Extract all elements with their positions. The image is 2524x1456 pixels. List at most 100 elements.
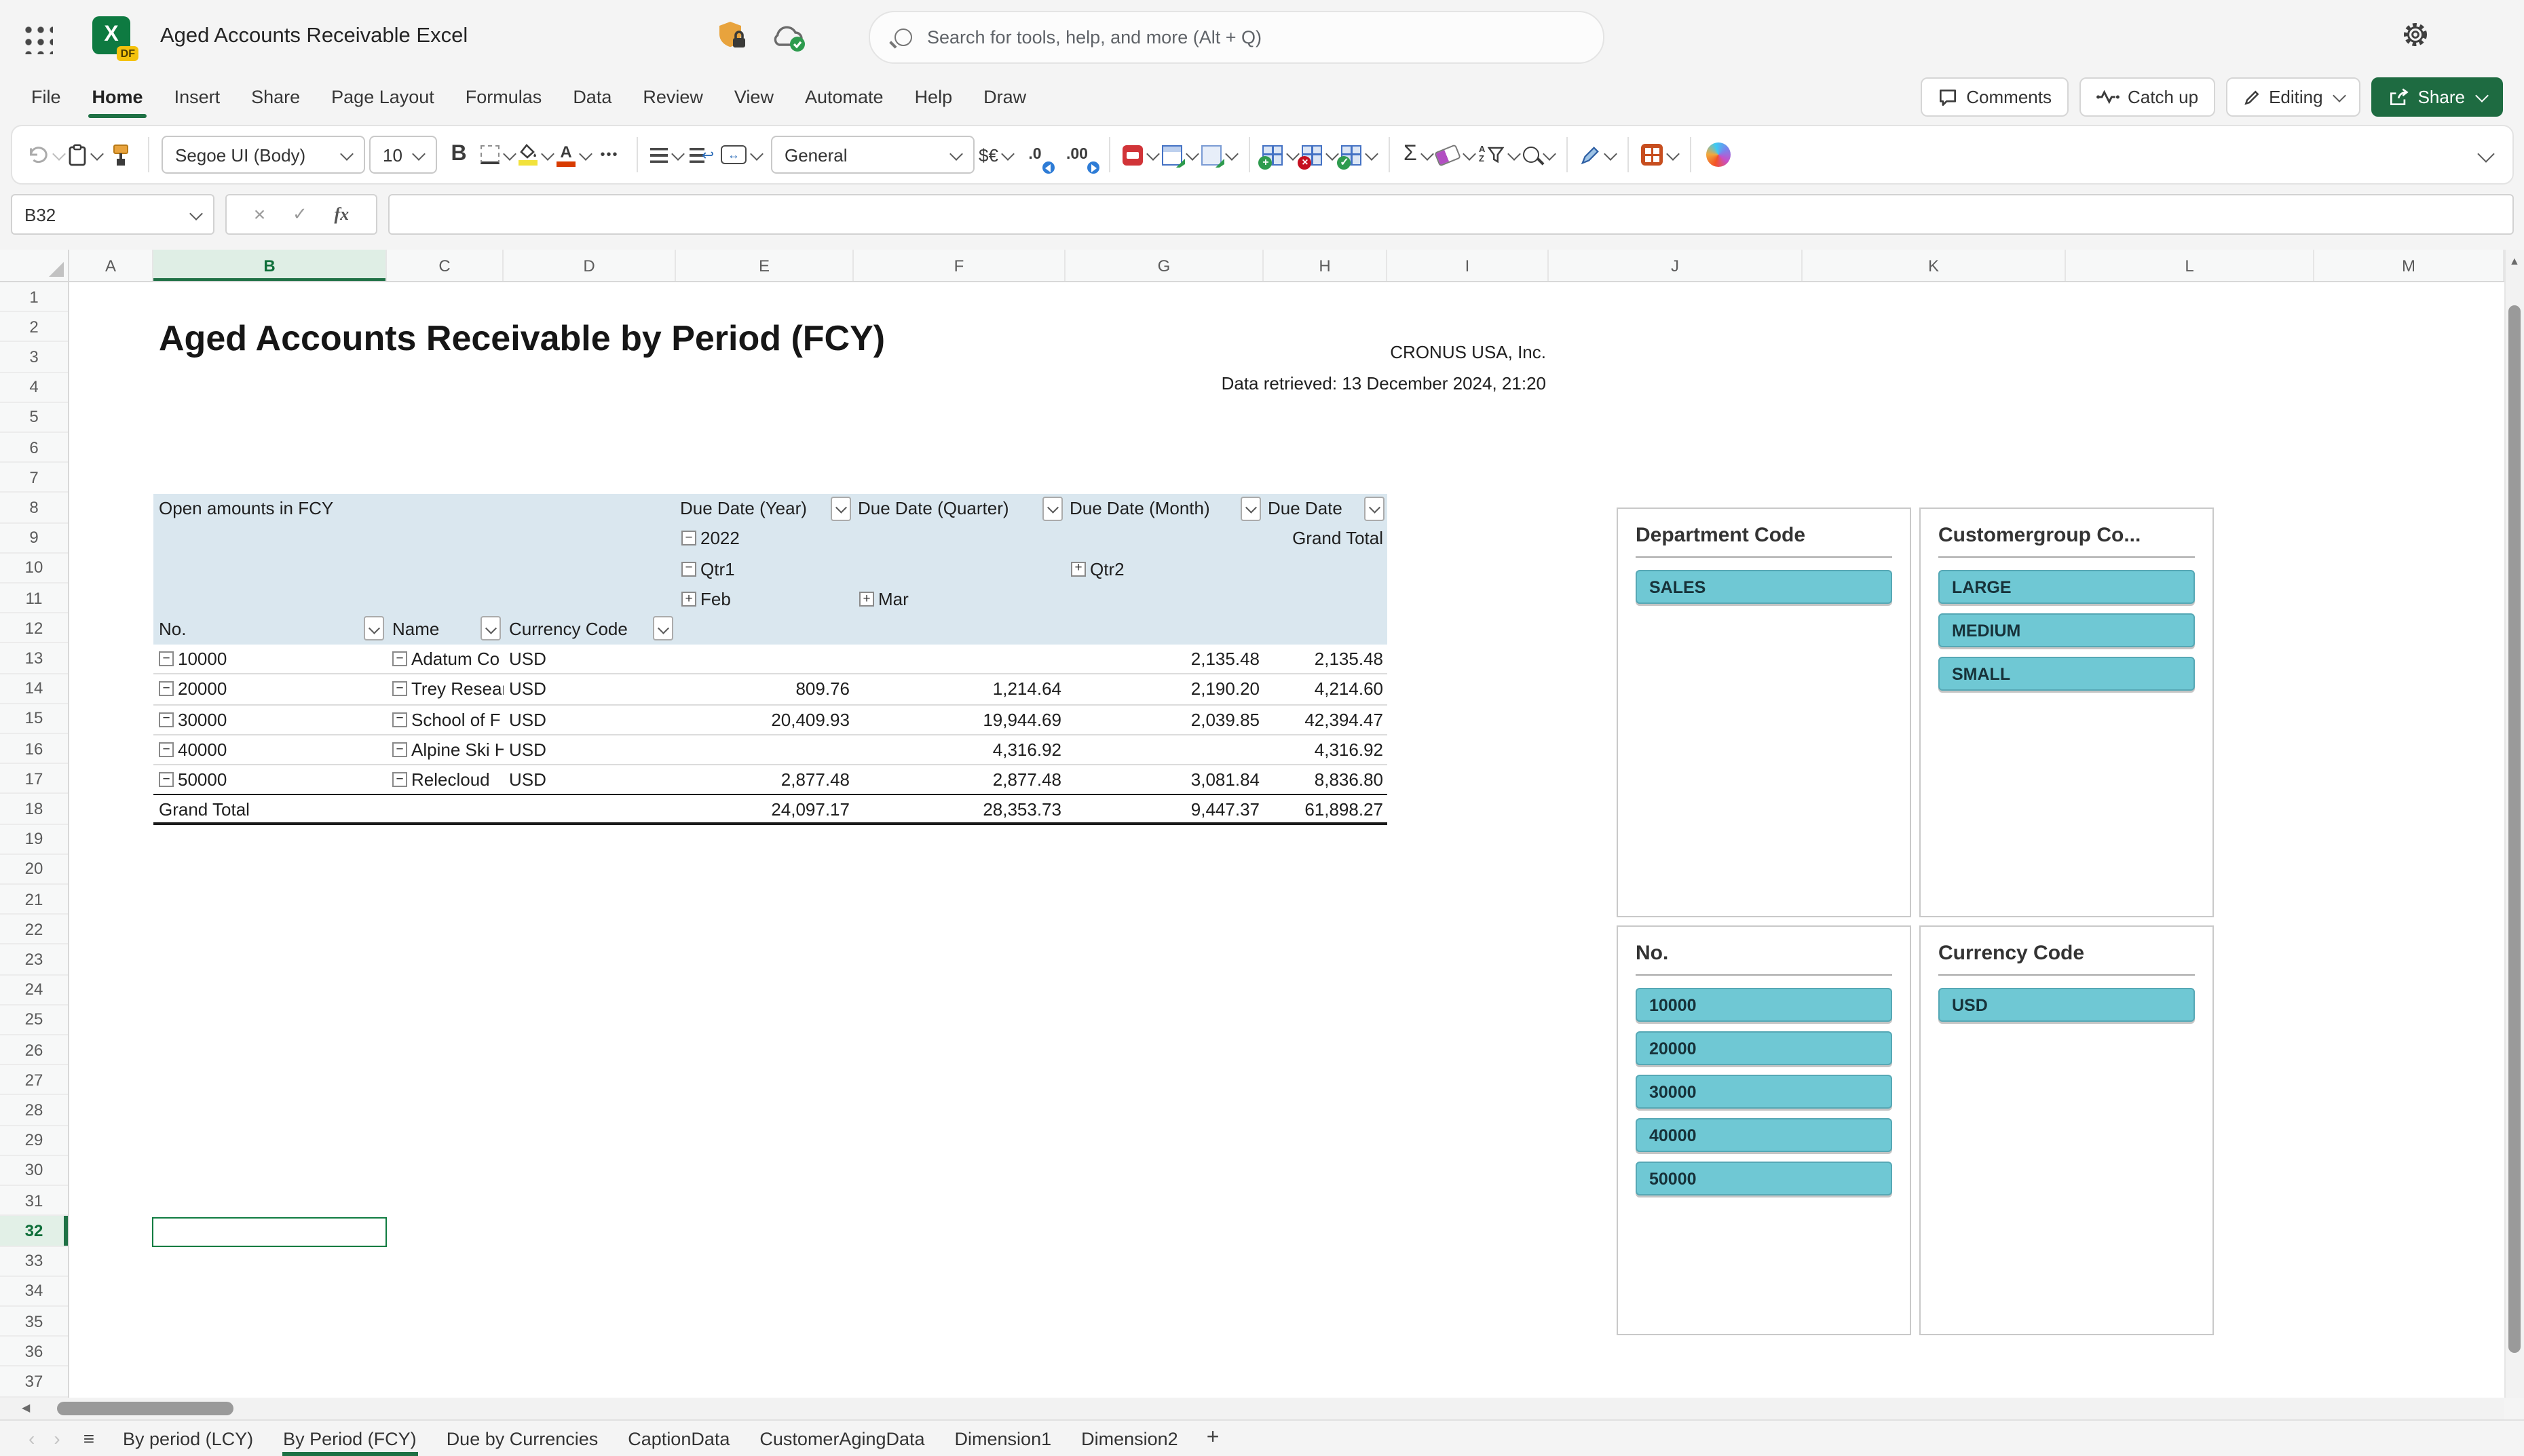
expand-icon[interactable]: + — [1071, 561, 1086, 577]
settings-gear-icon[interactable] — [2401, 20, 2430, 49]
vertical-scroll-thumb[interactable] — [2508, 305, 2521, 1353]
format-painter-button[interactable] — [106, 134, 136, 175]
document-title[interactable]: Aged Accounts Receivable Excel — [160, 24, 468, 49]
row-header-35[interactable]: 35 — [0, 1307, 68, 1337]
collapse-icon[interactable]: − — [681, 561, 696, 577]
sheet-view-button[interactable] — [1641, 134, 1680, 175]
collapse-icon[interactable]: − — [159, 742, 174, 757]
row-header-34[interactable]: 34 — [0, 1276, 68, 1307]
collapse-icon[interactable]: − — [159, 772, 174, 788]
pivot-column-filter-1[interactable] — [831, 496, 851, 520]
pivot-row-filter-1[interactable] — [364, 616, 384, 641]
slicer-item-small[interactable]: SMALL — [1938, 657, 2195, 691]
scroll-up-icon[interactable]: ▲ — [2509, 256, 2520, 267]
row-header-20[interactable]: 20 — [0, 855, 68, 885]
slicer-item-sales[interactable]: SALES — [1636, 570, 1892, 604]
row-header-3[interactable]: 3 — [0, 343, 68, 373]
row-header-2[interactable]: 2 — [0, 312, 68, 343]
fill-color-button[interactable] — [519, 134, 554, 175]
ribbon-tab-data[interactable]: Data — [571, 83, 613, 111]
column-header-I[interactable]: I — [1387, 250, 1549, 281]
slicer-item-medium[interactable]: MEDIUM — [1938, 613, 2195, 647]
row-header-30[interactable]: 30 — [0, 1156, 68, 1187]
more-font-options-button[interactable]: ••• — [595, 134, 624, 175]
scroll-left-icon[interactable]: ◀ — [22, 1402, 30, 1413]
ribbon-collapse-button[interactable] — [2469, 134, 2499, 175]
collapse-icon[interactable]: − — [681, 531, 696, 546]
row-header-11[interactable]: 11 — [0, 583, 68, 614]
pivot-column-filter-4[interactable] — [1364, 496, 1385, 520]
column-header-M[interactable]: M — [2314, 250, 2504, 281]
excel-logo-icon[interactable]: X DF — [92, 16, 138, 61]
ribbon-tab-draw[interactable]: Draw — [982, 83, 1028, 111]
catch-up-button[interactable]: Catch up — [2079, 77, 2215, 117]
editing-mode-button[interactable]: Editing — [2225, 77, 2361, 117]
ribbon-tab-share[interactable]: Share — [250, 83, 301, 111]
column-header-B[interactable]: B — [153, 250, 387, 281]
vertical-scrollbar[interactable]: ▲ — [2504, 250, 2524, 1398]
search-input[interactable]: Search for tools, help, and more (Alt + … — [869, 11, 1604, 64]
cancel-formula-button[interactable]: × — [254, 203, 266, 226]
pivot-month-cell-1[interactable]: + Feb — [676, 583, 854, 613]
slicer-item-30000[interactable]: 30000 — [1636, 1075, 1892, 1109]
sheet-tab-by-period-lcy[interactable]: By period (LCY) — [108, 1421, 268, 1456]
row-header-9[interactable]: 9 — [0, 523, 68, 554]
ribbon-tab-view[interactable]: View — [733, 83, 775, 111]
app-launcher-icon[interactable] — [20, 22, 53, 54]
horizontal-scroll-thumb[interactable] — [57, 1402, 233, 1415]
column-header-F[interactable]: F — [854, 250, 1066, 281]
pivot-row-name[interactable]: − Adatum Co — [387, 644, 504, 674]
pivot-row-filter-3[interactable] — [653, 616, 673, 641]
sheet-tab-captiondata[interactable]: CaptionData — [613, 1421, 745, 1456]
column-header-A[interactable]: A — [69, 250, 153, 281]
row-header-27[interactable]: 27 — [0, 1066, 68, 1096]
pivot-quarter-cell-1[interactable]: − Qtr1 — [676, 554, 854, 583]
row-header-29[interactable]: 29 — [0, 1126, 68, 1156]
ribbon-tab-home[interactable]: Home — [88, 83, 147, 118]
sheet-canvas[interactable]: Aged Accounts Receivable by Period (FCY)… — [69, 282, 2504, 1398]
row-header-25[interactable]: 25 — [0, 1005, 68, 1036]
autosum-button[interactable]: Σ — [1403, 134, 1434, 175]
row-header-13[interactable]: 13 — [0, 644, 68, 674]
slicer-item-10000[interactable]: 10000 — [1636, 988, 1892, 1022]
collapse-icon[interactable]: − — [392, 651, 407, 667]
row-header-21[interactable]: 21 — [0, 885, 68, 915]
row-header-4[interactable]: 4 — [0, 372, 68, 403]
pivot-row-no[interactable]: −40000 — [153, 734, 387, 764]
ribbon-tab-insert[interactable]: Insert — [173, 83, 222, 111]
row-header-19[interactable]: 19 — [0, 824, 68, 855]
row-header-31[interactable]: 31 — [0, 1186, 68, 1216]
insert-cells-button[interactable]: + — [1258, 134, 1300, 175]
wrap-text-button[interactable]: ↩ — [687, 134, 717, 175]
delete-cells-button[interactable]: × — [1298, 134, 1340, 175]
borders-button[interactable] — [481, 134, 516, 175]
column-header-E[interactable]: E — [676, 250, 854, 281]
add-sheet-button[interactable]: + — [1193, 1426, 1233, 1451]
row-header-23[interactable]: 23 — [0, 945, 68, 976]
paste-button[interactable] — [68, 134, 104, 175]
row-header-24[interactable]: 24 — [0, 975, 68, 1005]
row-header-15[interactable]: 15 — [0, 704, 68, 735]
row-header-7[interactable]: 7 — [0, 463, 68, 493]
row-header-17[interactable]: 17 — [0, 765, 68, 794]
pivot-row-no[interactable]: −30000 — [153, 704, 387, 734]
ink-button[interactable] — [1580, 134, 1618, 175]
pivot-column-filter-3[interactable] — [1241, 496, 1261, 520]
copilot-button[interactable] — [1703, 134, 1733, 175]
confirm-formula-button[interactable]: ✓ — [293, 204, 307, 225]
sheet-tab-due-by-currencies[interactable]: Due by Currencies — [432, 1421, 614, 1456]
row-header-10[interactable]: 10 — [0, 554, 68, 584]
decrease-decimal-button[interactable]: .0 — [1017, 134, 1055, 175]
pivot-row-name[interactable]: − Relecloud — [387, 765, 504, 794]
formula-input[interactable] — [388, 194, 2514, 235]
pivot-quarter-cell-2[interactable]: + Qtr2 — [1066, 554, 1264, 583]
row-header-32[interactable]: 32 — [0, 1216, 68, 1246]
format-as-table-button[interactable] — [1162, 134, 1200, 175]
cell-styles-button[interactable] — [1201, 134, 1239, 175]
collapse-icon[interactable]: − — [392, 681, 407, 697]
increase-decimal-button[interactable]: .00 — [1057, 134, 1100, 175]
undo-button[interactable] — [26, 134, 66, 175]
pivot-row-filter-2[interactable] — [481, 616, 501, 641]
share-button[interactable]: Share — [2371, 77, 2503, 117]
sheet-tab-dimension2[interactable]: Dimension2 — [1066, 1421, 1193, 1456]
